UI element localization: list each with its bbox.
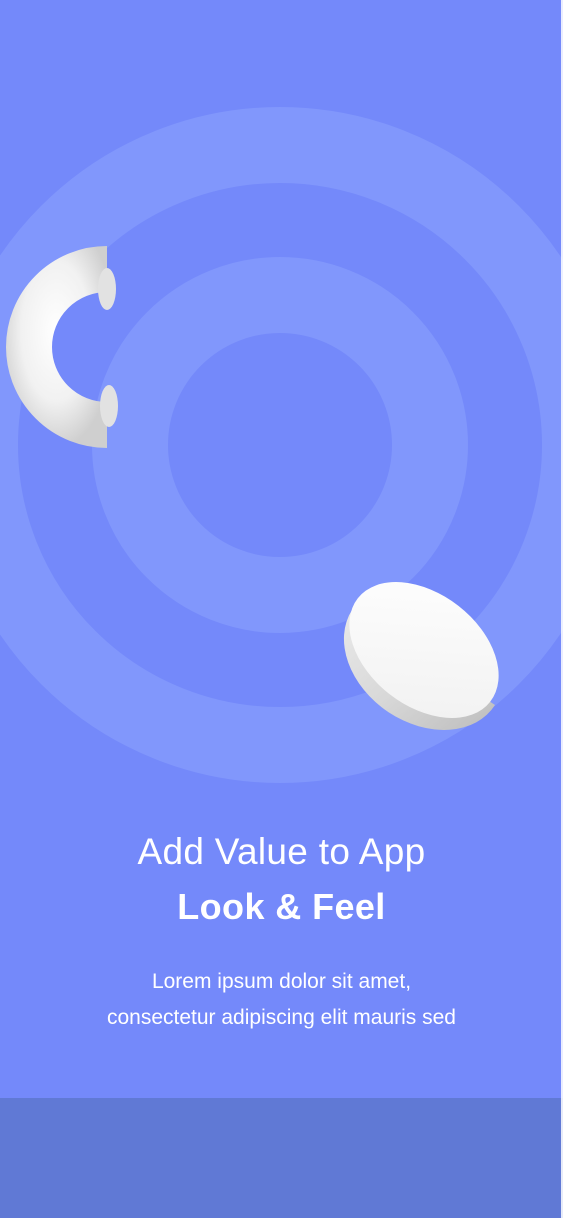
onboarding-screen: Add Value to App Look & Feel Lorem ipsum… [0,0,563,1218]
half-torus-icon [6,246,118,448]
onboarding-title-emphasis: Look & Feel [177,886,386,927]
onboarding-illustration [0,107,563,783]
onboarding-description: Lorem ipsum dolor sit amet, consectetur … [106,970,456,1029]
onboarding-title: Add Value to App [137,831,426,872]
bottom-bar [0,1098,563,1218]
